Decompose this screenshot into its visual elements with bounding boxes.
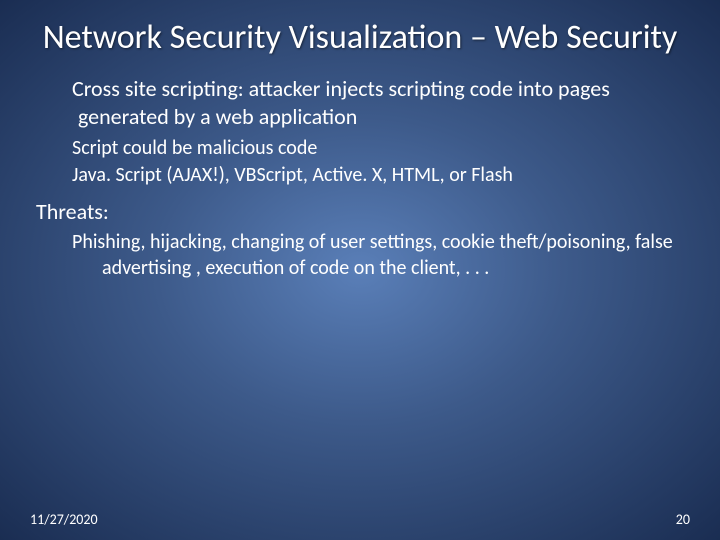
slide: Network Security Visualization – Web Sec… (0, 0, 720, 540)
threats-heading: Threats: (30, 198, 690, 225)
paragraph-xss: Cross site scripting: attacker injects s… (30, 75, 690, 130)
threats-list: Phishing, hijacking, changing of user se… (30, 229, 690, 281)
sub-languages: Java. Script (AJAX!), VBScript, Active. … (30, 163, 690, 188)
slide-footer: 11/27/2020 20 (30, 511, 690, 528)
footer-page-number: 20 (676, 511, 690, 528)
footer-date: 11/27/2020 (30, 511, 98, 528)
sub-malicious: Script could be malicious code (30, 136, 690, 161)
slide-title: Network Security Visualization – Web Sec… (30, 18, 690, 57)
